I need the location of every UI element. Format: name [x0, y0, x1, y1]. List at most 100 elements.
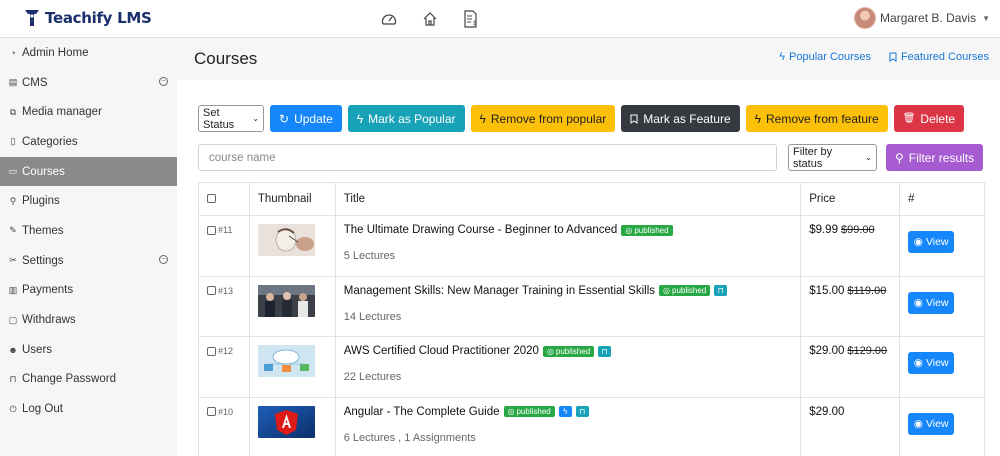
row-checkbox[interactable] [207, 346, 216, 356]
thumbnail-cell [248, 336, 336, 398]
title-cell: AWS Certified Cloud Practitioner 2020 ◎ p… [334, 336, 802, 398]
title-cell: Management Skills: New Manager Training … [334, 275, 802, 337]
delete-button[interactable]: 🗑 Delete [893, 105, 965, 132]
sidebar-item-change-password[interactable]: ⊓ Change Password [0, 365, 177, 395]
select-all-checkbox[interactable] [207, 194, 216, 204]
featured-badge: ⊓ [714, 285, 728, 296]
brand-logo[interactable]: Teachify LMS [24, 9, 152, 27]
sidebar-item-themes[interactable]: ✎ Themes [0, 216, 177, 246]
sidebar-item-plugins[interactable]: ⚲ Plugins [0, 186, 177, 216]
course-thumbnail[interactable] [257, 405, 315, 438]
row-select-cell: #10 [198, 396, 250, 456]
home-icon[interactable] [419, 8, 441, 30]
actions-cell: ◉ View [899, 275, 985, 337]
filter-status-select[interactable]: Filter by status ⌄ [788, 144, 877, 171]
course-title[interactable]: The Ultimate Drawing Course - Beginner t… [344, 224, 618, 236]
sidebar-item-courses[interactable]: ▭ Courses [0, 156, 177, 187]
sidebar-item-settings[interactable]: ✂ Settings − [0, 246, 177, 276]
sidebar-item-label: Users [22, 343, 53, 356]
course-thumbnail[interactable] [257, 284, 315, 317]
media-icon: ⧉ [9, 106, 17, 117]
view-button[interactable]: ◉ View [908, 291, 955, 314]
course-search-input[interactable] [198, 144, 777, 171]
bolt-icon: ϟ [563, 407, 568, 416]
status-badge: ◎ published [659, 285, 711, 296]
course-thumbnail[interactable] [257, 345, 315, 377]
course-title[interactable]: Management Skills: New Manager Training … [344, 285, 655, 297]
update-label: Update [294, 111, 333, 126]
price-cell: $29.00 $129.00 [800, 336, 901, 398]
mark-popular-button[interactable]: ϟ Mark as Popular [347, 105, 465, 132]
price-current: $29.00 [809, 345, 845, 357]
main-content: Courses ϟ Popular Courses Featured Cours… [177, 38, 1000, 456]
view-button[interactable]: ◉ View [908, 231, 955, 253]
filter-results-button[interactable]: ⚲ Filter results [886, 144, 984, 171]
eye-icon: ◉ [913, 236, 923, 248]
price-current: $29.00 [809, 405, 845, 418]
row-checkbox[interactable] [207, 286, 216, 296]
collapse-icon[interactable]: − [159, 254, 168, 264]
trash-icon: 🗑 [902, 113, 916, 124]
thumbnail-header: Thumbnail [248, 182, 336, 216]
price-header: Price [800, 182, 901, 216]
status-text: published [516, 407, 551, 416]
bookmark-icon: ⊓ [717, 286, 724, 295]
sidebar-item-withdraws[interactable]: ▢ Withdraws [0, 305, 177, 335]
plug-icon: ⚲ [9, 195, 17, 206]
row-id: #11 [218, 225, 233, 236]
set-status-label: Set Status [203, 106, 235, 131]
featured-badge: ⊓ [598, 345, 612, 357]
remove-feature-button[interactable]: ϟ Remove from feature [745, 105, 888, 132]
sidebar-item-log-out[interactable]: ⏻ Log Out [0, 394, 177, 424]
eye-icon: ◉ [913, 417, 923, 430]
mark-feature-label: Mark as Feature [643, 111, 731, 126]
row-select-cell: #13 [198, 275, 250, 337]
collapse-icon[interactable]: − [159, 76, 168, 86]
check-circle-icon: ◎ [507, 407, 515, 416]
update-button[interactable]: ↻ Update [270, 105, 342, 132]
course-thumbnail[interactable] [257, 224, 315, 256]
featured-courses-label: Featured Courses [900, 51, 989, 63]
sidebar-item-label: Withdraws [22, 314, 76, 327]
remove-popular-button[interactable]: ϟ Remove from popular [470, 105, 616, 132]
bookmark-icon: ⊓ [601, 346, 608, 356]
row-checkbox[interactable] [207, 225, 216, 235]
row-id: #12 [218, 346, 234, 357]
cms-icon: ▤ [8, 77, 18, 88]
thumbnail-cell [248, 396, 336, 456]
brush-icon: ✎ [9, 225, 17, 236]
sidebar-item-admin-home[interactable]: ◔ Admin Home [0, 38, 177, 68]
sidebar-item-cms[interactable]: ▤ CMS − [0, 68, 177, 98]
set-status-select[interactable]: Set Status ⌄ [198, 105, 264, 132]
sidebar-item-categories[interactable]: ▯ Categories [0, 127, 177, 157]
course-meta: 14 Lectures [343, 310, 402, 323]
price-current: $15.00 [809, 284, 845, 297]
sidebar-item-label: Payments [22, 284, 74, 297]
bolt-icon: ϟ [479, 111, 486, 126]
dashboard-icon[interactable] [378, 8, 400, 30]
user-menu[interactable]: Margaret B. Davis ▼ [854, 7, 990, 29]
folder-icon: ▯ [10, 136, 16, 147]
sidebar-item-payments[interactable]: ▥ Payments [0, 276, 177, 306]
bulk-action-toolbar: Set Status ⌄ ↻ Update ϟ Mark as Popular … [198, 105, 965, 132]
row-checkbox[interactable] [207, 407, 216, 417]
featured-courses-link[interactable]: Featured Courses [889, 51, 989, 63]
view-button[interactable]: ◉ View [908, 352, 955, 374]
sidebar-item-users[interactable]: ☻ Users [0, 335, 177, 365]
course-title[interactable]: Angular - The Complete Guide [344, 406, 500, 418]
view-button[interactable]: ◉ View [908, 412, 955, 435]
course-title[interactable]: AWS Certified Cloud Practitioner 2020 [344, 345, 539, 357]
bookmark-icon [630, 114, 638, 124]
course-meta: 22 Lectures [343, 371, 402, 383]
chevron-down-icon: ⌄ [252, 114, 259, 123]
courses-icon: ▭ [8, 166, 18, 177]
sidebar-item-media-manager[interactable]: ⧉ Media manager [0, 97, 177, 127]
mark-feature-button[interactable]: Mark as Feature [621, 105, 740, 132]
check-circle-icon: ◎ [546, 346, 554, 356]
thumbnail-cell [248, 275, 336, 337]
actions-cell: ◉ View [899, 396, 985, 456]
popular-courses-link[interactable]: ϟ Popular Courses [779, 51, 871, 63]
sidebar-item-label: Courses [22, 165, 65, 178]
table-header-row: Thumbnail Title Price # [198, 182, 985, 216]
invoice-icon[interactable]: $ [460, 8, 482, 30]
